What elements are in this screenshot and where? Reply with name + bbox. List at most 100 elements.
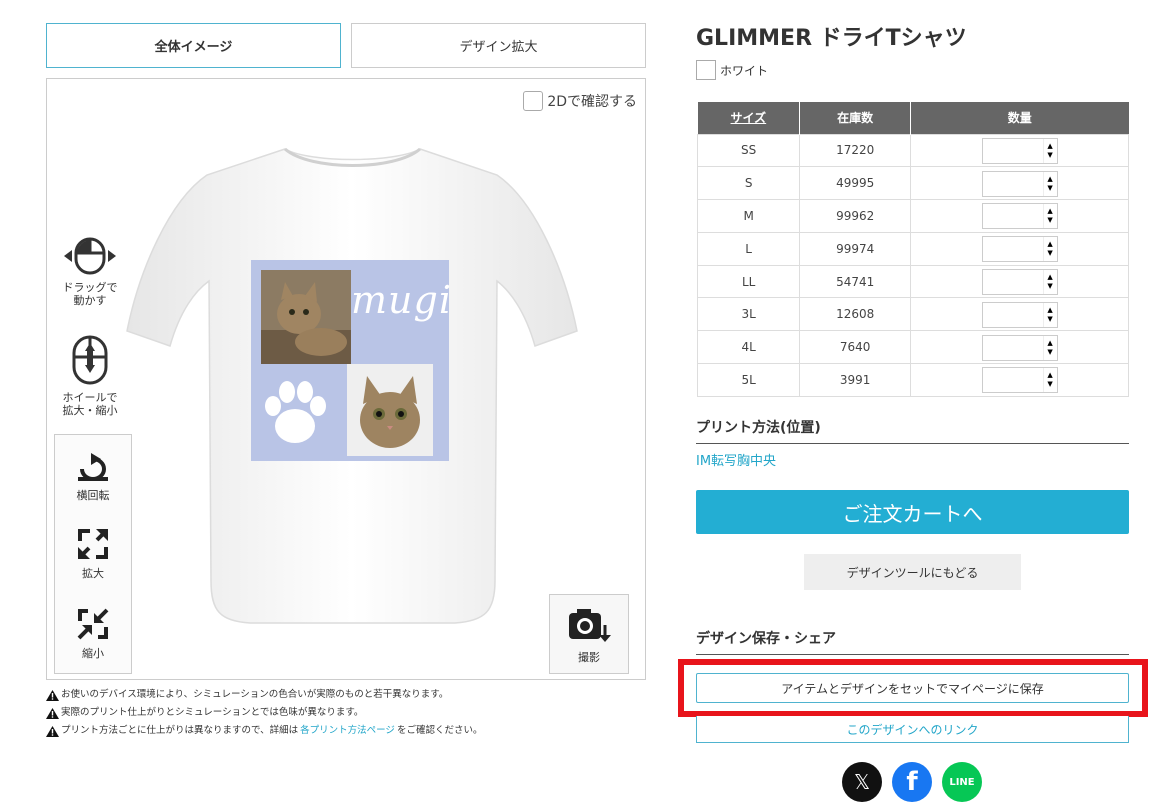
check-2d-checkbox[interactable] — [523, 91, 544, 111]
expand-icon — [78, 529, 108, 559]
stepper-arrows-icon[interactable]: ▲ ▼ — [1042, 237, 1057, 262]
stepper-arrows-icon[interactable]: ▲ ▼ — [1042, 302, 1057, 327]
check-2d-toggle[interactable]: 2Dで確認する — [523, 91, 637, 111]
table-row: L 99974 ▲ ▼ — [696, 231, 1129, 266]
stock-cell: 54741 — [799, 264, 912, 299]
table-row: SS 17220 ▲ ▼ — [696, 133, 1129, 168]
quantity-stepper[interactable]: ▲ ▼ — [981, 203, 1058, 230]
stepper-arrows-icon[interactable]: ▲ ▼ — [1042, 204, 1057, 229]
note-line-3: プリント方法ごとに仕上がりは異なりますので、詳細は 各プリント方法ページ をご確認く… — [46, 722, 646, 740]
check-2d-label: 2Dで確認する — [547, 94, 637, 110]
size-cell: S — [696, 166, 801, 201]
qty-cell: ▲ ▼ — [910, 330, 1129, 365]
stock-cell: 12608 — [799, 297, 912, 332]
warning-icon — [46, 725, 59, 737]
stock-table: サイズ 在庫数 数量 SS 17220 ▲ ▼ S 49995 ▲ ▼ M 99962 ▲ ▼ L 999… — [696, 102, 1129, 397]
qty-cell: ▲ ▼ — [910, 133, 1129, 168]
stock-cell: 99974 — [799, 231, 912, 266]
cat-photo-1 — [261, 270, 351, 364]
tshirt-viewer[interactable]: 2Dで確認する mugi ドラッグで 動かす ホイールで 拡大・縮小 横回転 拡… — [46, 78, 646, 680]
quantity-stepper[interactable]: ▲ ▼ — [981, 367, 1058, 394]
color-selector[interactable]: ホワイト — [696, 60, 768, 80]
quantity-stepper[interactable]: ▲ ▼ — [981, 269, 1058, 296]
drag-hint-label: ドラッグで 動かす — [62, 281, 118, 307]
paw-icon — [265, 381, 326, 443]
quantity-stepper[interactable]: ▲ ▼ — [981, 236, 1058, 263]
stock-header: 在庫数 — [799, 102, 912, 134]
qty-cell: ▲ ▼ — [910, 166, 1129, 201]
stepper-arrows-icon[interactable]: ▲ ▼ — [1042, 171, 1057, 196]
table-row: M 99962 ▲ ▼ — [696, 199, 1129, 233]
size-cell: 5L — [696, 363, 801, 397]
warning-icon — [46, 707, 59, 719]
zoom-out-button[interactable]: 縮小 — [55, 607, 131, 661]
stock-cell: 7640 — [799, 330, 912, 365]
mouse-drag-icon — [64, 237, 116, 275]
note-text-3-pre: プリント方法ごとに仕上がりは異なりますので、詳細は — [61, 725, 299, 736]
qty-cell: ▲ ▼ — [910, 199, 1129, 233]
cat-photo-2 — [347, 364, 433, 456]
rotate-button[interactable]: 横回転 — [55, 453, 131, 503]
quantity-stepper[interactable]: ▲ ▼ — [981, 334, 1058, 361]
product-title: GLIMMER ドライTシャツ — [696, 26, 967, 51]
wheel-hint-label: ホイールで 拡大・縮小 — [62, 391, 118, 417]
table-row: LL 54741 ▲ ▼ — [696, 264, 1129, 299]
color-swatch[interactable] — [696, 60, 716, 80]
size-cell: 4L — [696, 330, 801, 365]
print-design[interactable]: mugi — [251, 260, 451, 461]
color-label: ホワイト — [720, 63, 769, 78]
note-line-1: お使いのデバイス環境により、シミュレーションの色合いが実際のものと若干異なります… — [46, 686, 646, 704]
print-method-value[interactable]: IM転写胸中央 — [696, 450, 776, 469]
line-share-icon[interactable]: LINE — [942, 762, 982, 802]
quantity-stepper[interactable]: ▲ ▼ — [981, 137, 1058, 164]
stepper-arrows-icon[interactable]: ▲ ▼ — [1042, 138, 1057, 163]
camera-icon — [569, 609, 611, 642]
size-cell: LL — [696, 264, 801, 299]
stock-cell: 99962 — [799, 199, 912, 233]
stepper-arrows-icon[interactable]: ▲ ▼ — [1042, 335, 1057, 360]
zoom-out-label: 縮小 — [82, 647, 104, 660]
add-to-cart-button[interactable]: ご注文カートへ — [696, 490, 1129, 534]
drag-hint: ドラッグで 動かす — [55, 235, 125, 307]
design-link-button[interactable]: このデザインへのリンク — [696, 716, 1129, 743]
zoom-in-label: 拡大 — [82, 567, 104, 580]
size-header[interactable]: サイズ — [697, 102, 801, 134]
qty-header: 数量 — [910, 102, 1129, 134]
qty-cell: ▲ ▼ — [910, 363, 1129, 397]
print-method-page-link[interactable]: 各プリント方法ページ — [300, 722, 395, 740]
qty-cell: ▲ ▼ — [910, 264, 1129, 299]
stock-cell: 3991 — [799, 363, 912, 397]
view-tools: 横回転 拡大 縮小 — [54, 434, 132, 674]
qty-cell: ▲ ▼ — [910, 297, 1129, 332]
table-row: 5L 3991 ▲ ▼ — [696, 363, 1129, 397]
wheel-hint: ホイールで 拡大・縮小 — [55, 335, 125, 417]
warning-icon — [46, 689, 59, 701]
capture-button[interactable]: 撮影 — [549, 594, 629, 674]
facebook-share-icon[interactable]: f — [892, 762, 932, 802]
note-line-2: 実際のプリント仕上がりとシミュレーションとでは色味が異なります。 — [46, 704, 646, 722]
table-row: S 49995 ▲ ▼ — [696, 166, 1129, 201]
note-text-2: 実際のプリント仕上がりとシミュレーションとでは色味が異なります。 — [61, 707, 364, 718]
quantity-stepper[interactable]: ▲ ▼ — [981, 170, 1058, 197]
capture-label: 撮影 — [578, 651, 600, 664]
note-text-1: お使いのデバイス環境により、シミュレーションの色合いが実際のものと若干異なります… — [61, 689, 449, 700]
save-to-mypage-button[interactable]: アイテムとデザインをセットでマイページに保存 — [696, 673, 1129, 703]
stepper-arrows-icon[interactable]: ▲ ▼ — [1042, 368, 1057, 393]
rotate-label: 横回転 — [76, 489, 110, 502]
stock-cell: 17220 — [799, 133, 912, 168]
stock-cell: 49995 — [799, 166, 912, 201]
shrink-icon — [77, 608, 109, 640]
size-cell: SS — [696, 133, 801, 168]
quantity-stepper[interactable]: ▲ ▼ — [981, 301, 1058, 328]
tab-full-view[interactable]: 全体イメージ — [46, 23, 341, 68]
back-to-design-tool-button[interactable]: デザインツールにもどる — [804, 554, 1021, 590]
note-text-3-post: をご確認ください。 — [396, 725, 483, 736]
zoom-in-button[interactable]: 拡大 — [55, 527, 131, 581]
tab-design-zoom[interactable]: デザイン拡大 — [351, 23, 646, 68]
share-heading: デザイン保存・シェア — [696, 628, 1129, 655]
stepper-arrows-icon[interactable]: ▲ ▼ — [1042, 270, 1057, 295]
table-row: 4L 7640 ▲ ▼ — [696, 330, 1129, 365]
print-method-heading: プリント方法(位置) — [696, 417, 1129, 444]
x-share-icon[interactable]: 𝕏 — [842, 762, 882, 802]
mouse-wheel-icon — [72, 335, 108, 385]
